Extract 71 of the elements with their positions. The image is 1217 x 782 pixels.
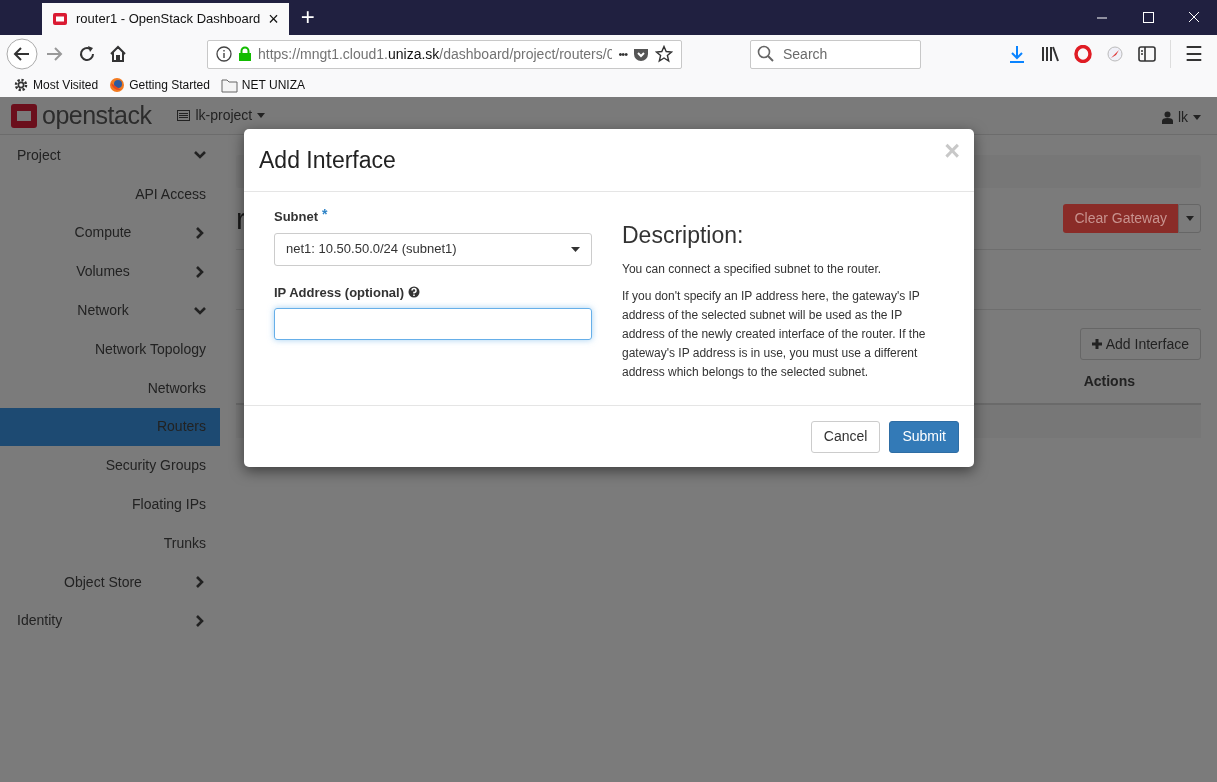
user-icon — [1161, 111, 1173, 124]
description-text: If you don't specify an IP address here, the gateway's IP address of the selected subnet will be used as the IP address of the newly created interface of the router. If the gateway's IP address is in use, you must use a different address which belongs to the selected subnet. — [622, 287, 927, 381]
list-icon — [177, 110, 191, 121]
description-text: You can connect a specified subnet to the router. — [622, 260, 883, 278]
sidebar-group[interactable]: Volumes — [0, 252, 220, 292]
user-menu[interactable]: lk — [1161, 107, 1201, 128]
chevron-right-icon — [196, 576, 204, 589]
bookmark-link[interactable]: NET UNIZA — [220, 76, 305, 94]
bookmark-link[interactable]: Most Visited — [13, 76, 99, 94]
caret-icon — [1185, 216, 1194, 221]
star-icon[interactable] — [655, 45, 673, 63]
column-header: Actions — [1083, 372, 1135, 391]
library-icon[interactable] — [1040, 45, 1060, 63]
openstack-logo-icon — [10, 102, 38, 129]
home-icon[interactable] — [108, 44, 128, 64]
firefox-icon — [109, 77, 126, 93]
subnet-select[interactable]: net1: 10.50.50.0/24 (subnet1) — [274, 232, 592, 266]
chevron-down-icon — [194, 151, 206, 160]
clear-gateway-button[interactable]: Clear Gateway — [1063, 204, 1178, 233]
padlock-icon — [238, 46, 252, 62]
page-title: r — [236, 203, 246, 234]
chevron-right-icon — [196, 265, 204, 278]
caret-icon — [1193, 115, 1201, 120]
bookmark-link[interactable]: Getting Started — [109, 76, 210, 94]
caret-icon — [571, 246, 580, 252]
opera-o-icon[interactable] — [1074, 45, 1092, 63]
pocket-icon[interactable] — [633, 46, 649, 62]
sidebar-item[interactable]: Network Topology — [0, 330, 220, 369]
download-icon[interactable] — [1008, 44, 1026, 64]
info-icon — [216, 46, 232, 62]
cancel-button[interactable]: Cancel — [810, 420, 881, 453]
browser-tab[interactable]: router1 - OpenStack Dashboard × — [42, 3, 289, 35]
chevron-down-icon — [194, 306, 206, 315]
openstack-logo-icon — [52, 11, 68, 27]
chevron-right-icon — [196, 227, 204, 239]
required-mark: * — [322, 205, 328, 224]
chevron-right-icon — [196, 614, 204, 627]
gear-icon — [13, 77, 29, 93]
menu-button[interactable]: ☰ — [1185, 44, 1203, 64]
folder-icon — [220, 77, 238, 93]
caret-icon — [257, 113, 266, 118]
ip-address-field[interactable] — [274, 308, 592, 340]
tab-title: router1 - OpenStack Dashboard — [76, 10, 261, 29]
reload-icon[interactable] — [77, 44, 97, 64]
sidebar-section[interactable]: Identity — [0, 601, 220, 641]
submit-button[interactable]: Submit — [889, 420, 959, 453]
search-icon — [757, 44, 775, 63]
add-interface-button[interactable]: Add Interface — [1079, 328, 1201, 360]
sidebar-icon[interactable] — [1138, 46, 1156, 62]
plus-icon — [1091, 339, 1102, 349]
logo-text: openstack — [42, 99, 152, 131]
field-label: Subnet — [274, 208, 319, 226]
modal-title: Add Interface — [259, 145, 396, 175]
sidebar-item[interactable]: API Access — [0, 174, 220, 214]
sidebar-item[interactable]: Security Groups — [0, 446, 220, 486]
back-button-icon[interactable] — [6, 38, 38, 70]
more-actions-button[interactable]: ••• — [618, 48, 627, 60]
sidebar-group[interactable]: Object Store — [0, 562, 220, 602]
project-dropdown[interactable]: lk-project — [177, 105, 266, 126]
dropdown-toggle-button[interactable] — [1178, 204, 1201, 233]
search-field[interactable]: Search — [750, 39, 921, 69]
sidebar-item[interactable]: Networks — [0, 368, 220, 408]
description-heading: Description: — [622, 221, 745, 250]
field-label: IP Address (optional) — [274, 283, 404, 302]
sidebar-group[interactable]: Network — [0, 291, 220, 330]
new-tab-button[interactable]: + — [300, 5, 315, 29]
tab-close-button[interactable]: × — [268, 10, 279, 28]
sidebar-item[interactable]: Trunks — [0, 523, 220, 563]
sidebar-group[interactable]: Compute — [0, 213, 220, 253]
sidebar-item[interactable]: Floating IPs — [0, 485, 220, 524]
sidebar-section[interactable]: Project — [0, 136, 220, 175]
